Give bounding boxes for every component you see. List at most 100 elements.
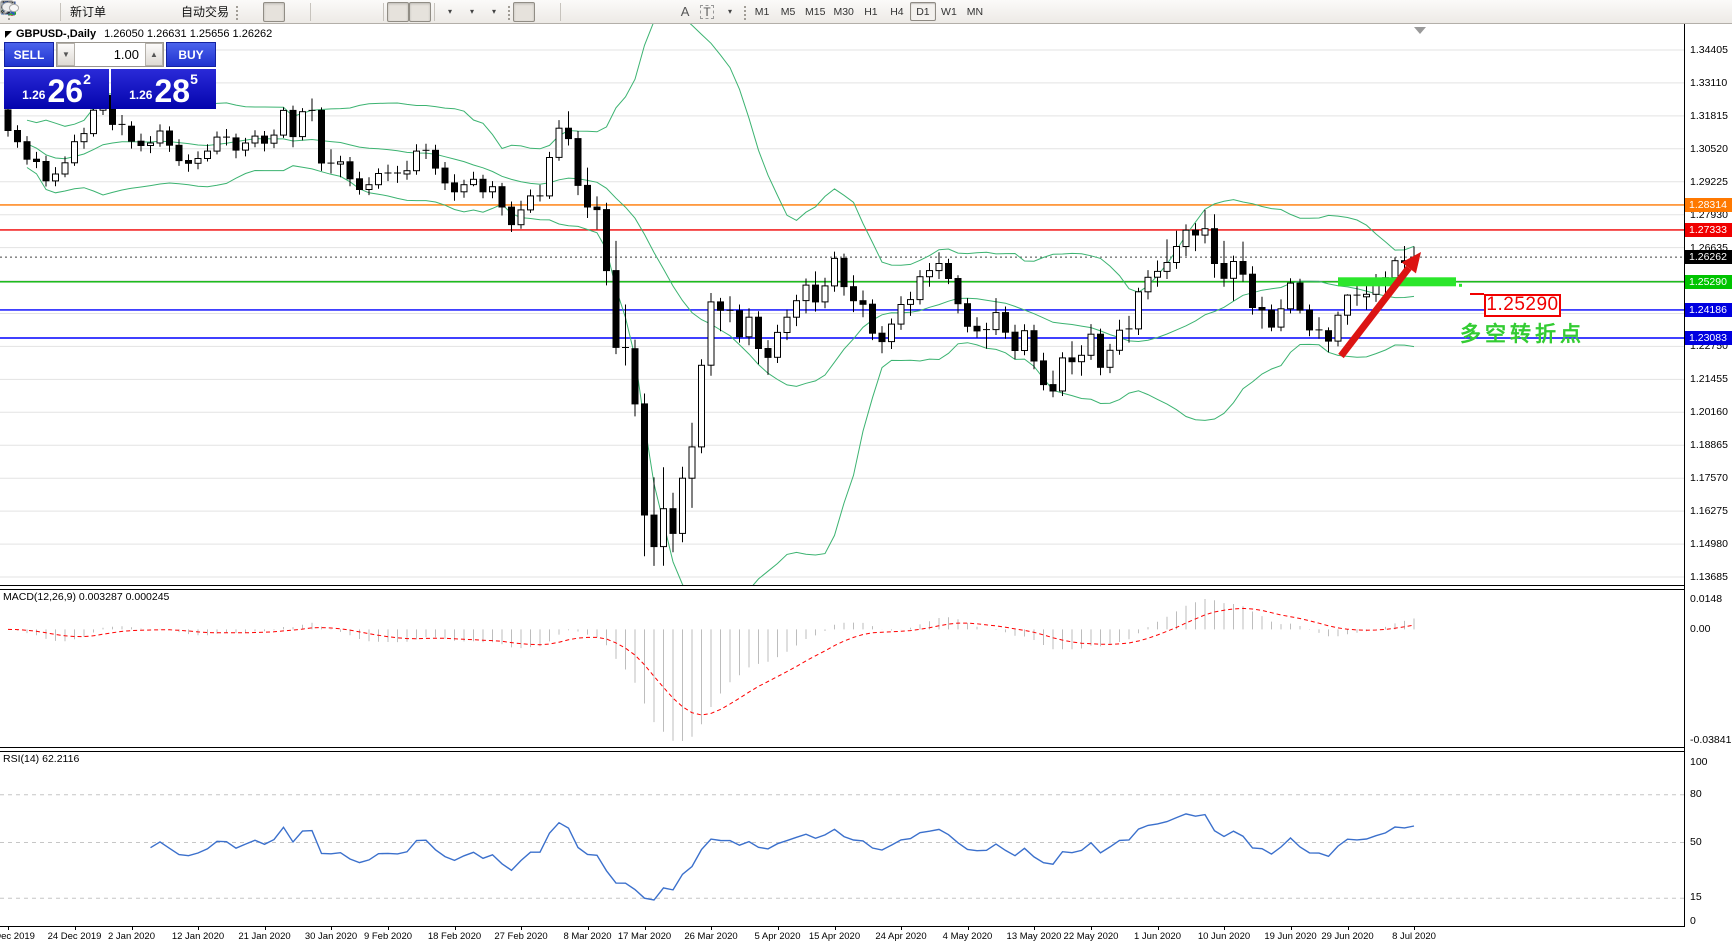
annotation-note[interactable]: 多空转折点: [1460, 318, 1585, 348]
zoom-out-button[interactable]: [1, 1, 358, 22]
time-axis-label[interactable]: 22 May 2020: [1056, 931, 1126, 942]
timeframe-button-m30[interactable]: M30: [829, 2, 857, 21]
volume-input[interactable]: 1.00: [75, 43, 145, 66]
candlestick-chart-type-button[interactable]: [1, 1, 286, 22]
timeframe-button-m15[interactable]: M15: [801, 2, 829, 21]
time-axis-label[interactable]: 4 May 2020: [933, 931, 1003, 942]
time-tick: [1034, 927, 1035, 930]
chart-title: GBPUSD-,Daily 1.26050 1.26631 1.25656 1.…: [5, 28, 272, 40]
buy-price-display[interactable]: 1.26 28 5: [111, 69, 216, 109]
time-axis-label[interactable]: 29 Jun 2020: [1313, 931, 1383, 942]
time-axis-label[interactable]: 9 Feb 2020: [353, 931, 423, 942]
text-label-tool-button[interactable]: T: [696, 2, 718, 22]
time-tick: [1347, 927, 1349, 930]
autotrading-button[interactable]: 自动交易: [1, 2, 232, 22]
time-axis-label[interactable]: 17 Mar 2020: [610, 931, 680, 942]
price-tick-label: 1.31815: [1690, 109, 1728, 122]
metaeditor-button[interactable]: [1, 1, 131, 22]
volume-increase-button[interactable]: ▲: [145, 43, 163, 66]
periods-caret: ▾: [470, 7, 475, 16]
volume-decrease-button[interactable]: ▼: [57, 43, 75, 66]
timeframe-button-d1[interactable]: D1: [909, 2, 936, 21]
time-axis-label[interactable]: 21 Jan 2020: [230, 931, 300, 942]
time-tick: [587, 927, 589, 930]
crosshair-tool-button[interactable]: [1, 1, 557, 22]
line-chart-type-button[interactable]: [1, 2, 307, 22]
time-axis-label[interactable]: 26 Mar 2020: [676, 931, 746, 942]
publish-button[interactable]: [0, 1, 153, 22]
community-chat-icon: [1, 1, 20, 16]
rsi-canvas: [0, 794, 1684, 901]
rsi-line: [150, 813, 1415, 901]
price-chart-canvas[interactable]: [0, 24, 1684, 585]
fibonacci-tool-button[interactable]: F: [2, 2, 674, 22]
cursor-tool-button[interactable]: [3, 1, 536, 22]
price-callout-label[interactable]: 1.25290: [1484, 293, 1561, 317]
price-tick-label: 1.29225: [1690, 175, 1728, 188]
templates-button[interactable]: ▾: [0, 1, 504, 22]
time-axis-label[interactable]: 15 Apr 2020: [800, 931, 870, 942]
time-tick: [1224, 927, 1225, 930]
timeframe-button-m1[interactable]: M1: [749, 2, 775, 21]
time-axis-label[interactable]: 18 Feb 2020: [420, 931, 490, 942]
buy-button[interactable]: BUY: [166, 42, 216, 67]
callout-connector: [1470, 292, 1484, 295]
macd-panel[interactable]: MACD(12,26,9) 0.003287 0.000245: [0, 589, 1732, 748]
price-tag-pivot-green: 1.25290: [1685, 274, 1732, 289]
price-tag-resistance-upper: 1.28314: [1685, 197, 1732, 212]
new-order-button[interactable]: 新订单: [1, 0, 109, 22]
arrows-tool-button[interactable]: ▾: [3, 2, 740, 22]
text-tool-button[interactable]: A: [674, 2, 696, 22]
price-chart-panel[interactable]: GBPUSD-,Daily 1.26050 1.26631 1.25656 1.…: [0, 24, 1732, 586]
community-chat-button[interactable]: [1, 1, 1722, 22]
time-axis-label[interactable]: 10 Jun 2020: [1189, 931, 1259, 942]
timeframe-button-h1[interactable]: H1: [858, 2, 884, 21]
time-axis-label[interactable]: 1 Jun 2020: [1123, 931, 1193, 942]
price-tag-support-lower: 1.23083: [1685, 330, 1732, 345]
time-tick: [8, 927, 9, 930]
chart-profiles-button[interactable]: [0, 1, 57, 22]
time-axis-label[interactable]: 2 Jan 2020: [97, 931, 167, 942]
one-click-trading-widget: SELL ▼ 1.00 ▲ BUY 1.26 26 2 1.26 28 5: [4, 42, 216, 109]
time-tick: [521, 927, 522, 930]
bar-chart-type-button[interactable]: [1, 2, 263, 22]
periods-button[interactable]: ▾: [1, 1, 482, 22]
auto-scroll-button[interactable]: [1, 1, 410, 22]
chart-shift-button[interactable]: [1, 1, 432, 22]
price-tick-label: 1.17570: [1690, 472, 1728, 485]
macd-label: MACD(12,26,9) 0.003287 0.000245: [3, 591, 170, 603]
timeframe-button-h4[interactable]: H4: [884, 2, 910, 21]
timeframe-button-mn[interactable]: MN: [962, 2, 988, 21]
time-tick: [1091, 927, 1092, 930]
price-tick-label: 1.20160: [1690, 406, 1728, 419]
rsi-panel[interactable]: RSI(14) 62.2116: [0, 751, 1732, 927]
zoom-in-button[interactable]: [1, 1, 336, 22]
sell-price-display[interactable]: 1.26 26 2: [4, 69, 109, 109]
time-axis-label[interactable]: 15 Dec 2019: [0, 931, 43, 942]
main-toolbar: 新订单 自动交易 ▾ ▾ ▾ A T ▾ M1 M5 M15 M30 H1 H4…: [0, 0, 1732, 24]
vertical-line-tool-button[interactable]: [5, 1, 586, 22]
text-label-tool-icon: T: [700, 4, 714, 19]
timeframe-button-w1[interactable]: W1: [936, 2, 962, 21]
search-button[interactable]: [1, 1, 1700, 22]
timeframe-button-m5[interactable]: M5: [775, 2, 801, 21]
signals-button[interactable]: [3, 1, 175, 22]
trendline-tool-button[interactable]: [1, 1, 630, 22]
horizontal-line-tool-button[interactable]: [1, 2, 608, 22]
rsi-scale-label: 80: [1690, 787, 1702, 800]
indicators-caret: ▾: [448, 7, 453, 16]
sell-button[interactable]: SELL: [4, 42, 54, 67]
time-axis-label[interactable]: 12 Jan 2020: [163, 931, 233, 942]
time-axis-label[interactable]: 27 Feb 2020: [486, 931, 556, 942]
price-axis[interactable]: 1.34405 1.33110 1.31815 1.30520 1.29225 1.279…: [1684, 24, 1732, 927]
indicators-button[interactable]: ▾: [1, 0, 460, 22]
tile-windows-button[interactable]: [0, 1, 380, 22]
equidistant-channel-tool-button[interactable]: E: [0, 2, 652, 22]
time-axis-label[interactable]: 8 Jul 2020: [1379, 931, 1449, 942]
time-tick: [901, 927, 902, 930]
macd-scale-label: 0.00: [1690, 623, 1711, 636]
time-axis-label[interactable]: 24 Apr 2020: [866, 931, 936, 942]
sell-price-big: 26: [47, 73, 84, 110]
time-axis[interactable]: 15 Dec 201924 Dec 20192 Jan 202012 Jan 2…: [0, 927, 1732, 946]
time-tick: [388, 927, 389, 930]
